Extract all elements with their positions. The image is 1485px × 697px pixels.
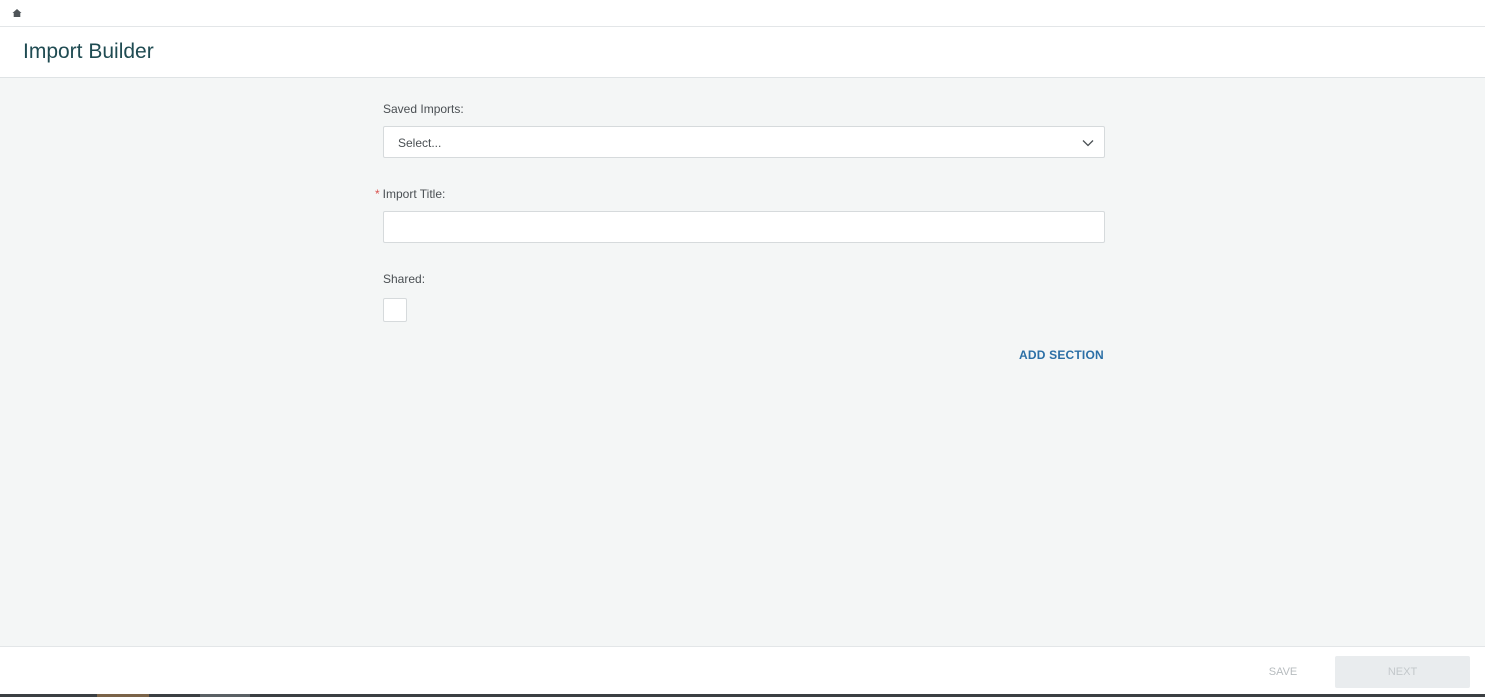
page-title: Import Builder <box>23 40 154 63</box>
footer-bar: SAVE NEXT <box>0 646 1485 694</box>
shared-checkbox[interactable] <box>383 298 407 322</box>
saved-imports-select[interactable]: Select... <box>383 126 1105 158</box>
saved-imports-selected-value: Select... <box>398 136 442 150</box>
chevron-down-icon <box>1082 140 1094 147</box>
shared-label: Shared: <box>383 272 426 286</box>
page-header: Import Builder <box>0 27 1485 78</box>
main-content: Saved Imports: Select... * Import Title: … <box>0 78 1485 646</box>
import-title-label-text: Import Title: <box>382 187 446 201</box>
import-title-label: * Import Title: <box>375 187 445 201</box>
next-button[interactable]: NEXT <box>1335 656 1470 688</box>
import-title-input[interactable] <box>383 211 1105 243</box>
add-section-button[interactable]: ADD SECTION <box>1019 348 1104 362</box>
top-bar <box>0 0 1485 27</box>
required-marker: * <box>375 187 380 201</box>
home-icon[interactable] <box>12 8 22 18</box>
saved-imports-label: Saved Imports: <box>383 102 464 116</box>
save-button[interactable]: SAVE <box>1252 656 1314 688</box>
